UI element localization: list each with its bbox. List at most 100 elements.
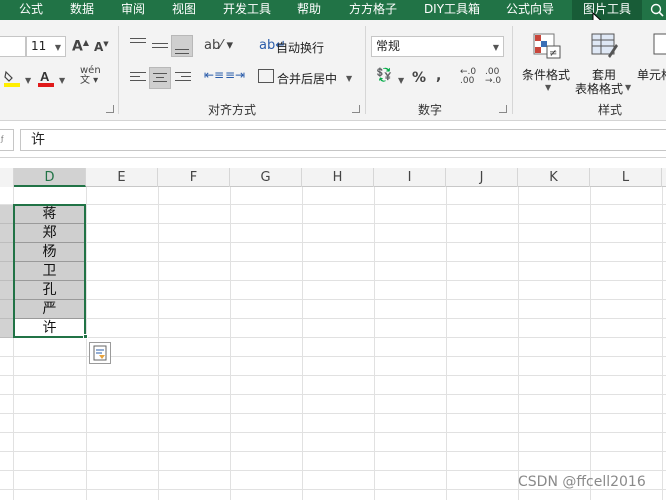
gridline [158,187,159,500]
percent-style-button[interactable]: % [412,70,426,86]
format-as-table-icon[interactable] [590,32,620,60]
column-header-k[interactable]: K [518,168,590,187]
font-size-dropdown[interactable]: 11 ▼ [26,36,66,57]
row-header[interactable] [0,243,13,262]
ribbon: 11 ▼ A▲ A▼ ▼ A ▼ wén 文 ▾ ab⁄ ▾ ⇤≡ ≡⇥ ab↵ … [0,20,666,121]
chevron-down-icon[interactable]: ▼ [398,76,404,85]
decrease-font-size-icon[interactable]: A▼ [94,40,109,54]
gridline [86,187,87,500]
alignment-dialog-launcher[interactable] [352,105,360,113]
number-dialog-launcher[interactable] [499,105,507,113]
gridline [0,432,666,433]
chevron-down-icon[interactable]: ▼ [625,83,631,92]
number-format-dropdown[interactable]: 常规 ▼ [371,36,504,57]
tab-view[interactable]: 视图 [165,0,203,20]
chevron-down-icon[interactable]: ▼ [545,83,551,92]
row-header[interactable] [0,300,13,319]
column-header-row: D E F G H I J K L [0,168,666,187]
cell-styles-icon[interactable] [652,32,666,60]
chevron-down-icon[interactable]: ▼ [346,74,352,83]
comma-style-button[interactable]: , [436,68,441,84]
decrease-decimal-button[interactable]: .00 →.0 [485,68,507,86]
gridline [518,187,519,500]
row-header[interactable] [0,205,13,224]
tab-help[interactable]: 帮助 [290,0,328,20]
row-header[interactable] [0,281,13,300]
chevron-down-icon: ▼ [54,43,61,52]
name-box[interactable]: ƒ [0,129,14,151]
align-top-icon[interactable] [130,38,148,52]
gridline [0,318,666,319]
align-bottom-button[interactable] [171,35,193,57]
group-separator [118,26,119,114]
font-size-value: 11 [31,39,47,53]
gridline [0,261,666,262]
merge-center-button[interactable]: 合并后居中 [277,70,337,87]
gridline [0,204,666,205]
tell-me-icon[interactable] [648,0,666,20]
font-name-dropdown[interactable] [0,36,26,57]
column-header-f[interactable]: F [158,168,230,187]
column-header-e[interactable]: E [86,168,158,187]
fill-handle[interactable] [83,334,88,339]
chevron-down-icon[interactable]: ▼ [59,76,65,85]
increase-decimal-button[interactable]: ←.0 .00 [460,68,482,86]
tab-data[interactable]: 数据 [63,0,101,20]
fx-icon: ƒ [1,135,4,143]
phonetic-guide-icon[interactable]: wén 文 ▾ [80,66,101,86]
cell-styles-button[interactable]: 单元格 [637,66,666,83]
tab-developer[interactable]: 开发工具 [218,0,276,20]
format-as-table-button[interactable]: 表格格式 [575,80,623,97]
column-header-d[interactable]: D [14,168,86,187]
alignment-group-label: 对齐方式 [207,103,256,117]
merge-center-icon[interactable] [258,69,274,83]
orientation-icon[interactable]: ab⁄ ▾ [204,38,233,53]
tab-picture-tools[interactable]: 图片工具 [572,0,642,20]
watermark: CSDN @ffcell2016 [518,474,646,490]
quick-analysis-button[interactable] [89,342,111,364]
column-header-g[interactable]: G [230,168,302,187]
row-header[interactable] [0,262,13,281]
tab-diy-toolbox[interactable]: DIY工具箱 [418,0,486,20]
tab-formulas[interactable]: 公式 [13,0,49,20]
selection-border [13,204,86,338]
font-color-icon[interactable]: A [36,68,56,88]
tab-fangfang[interactable]: 方方格子 [342,0,404,20]
row-header[interactable] [0,224,13,243]
gridline [230,187,231,500]
decrease-indent-icon[interactable]: ⇤≡ [204,68,224,82]
tab-formula-wizard[interactable]: 公式向导 [499,0,561,20]
column-header-h[interactable]: H [302,168,374,187]
svg-text:A: A [40,69,50,84]
accounting-format-icon[interactable]: 💱 [376,68,392,83]
column-header-i[interactable]: I [374,168,446,187]
gridline [0,375,666,376]
chevron-down-icon[interactable]: ▼ [25,76,31,85]
wrap-text-button[interactable]: 自动换行 [276,39,324,56]
row-header-corner[interactable] [0,168,14,187]
column-header-j[interactable]: J [446,168,518,187]
styles-group-label: 样式 [597,103,622,117]
number-format-value: 常规 [376,39,401,53]
increase-indent-icon[interactable]: ≡⇥ [225,68,245,82]
gridline [590,187,591,500]
gridline [374,187,375,500]
increase-font-size-icon[interactable]: A▲ [72,38,89,55]
tab-review[interactable]: 审阅 [114,0,152,20]
font-dialog-launcher[interactable] [106,105,114,113]
fill-color-icon[interactable] [2,68,22,88]
align-center-button[interactable] [149,67,171,89]
ribbon-tab-bar: 公式 数据 审阅 视图 开发工具 帮助 方方格子 DIY工具箱 公式向导 图片工… [0,0,666,30]
formula-input[interactable]: 许 [20,129,666,151]
gridline [0,394,666,395]
gridline [0,299,666,300]
conditional-format-button[interactable]: 条件格式 [522,66,570,83]
gridline [302,187,303,500]
column-header-l[interactable]: L [590,168,662,187]
row-header[interactable] [0,319,13,338]
conditional-format-icon[interactable]: ≠ [532,32,562,60]
align-middle-icon[interactable] [152,38,170,52]
align-right-icon[interactable] [175,70,193,86]
align-left-icon[interactable] [130,70,148,86]
formula-bar: ƒ 许 [0,121,666,158]
